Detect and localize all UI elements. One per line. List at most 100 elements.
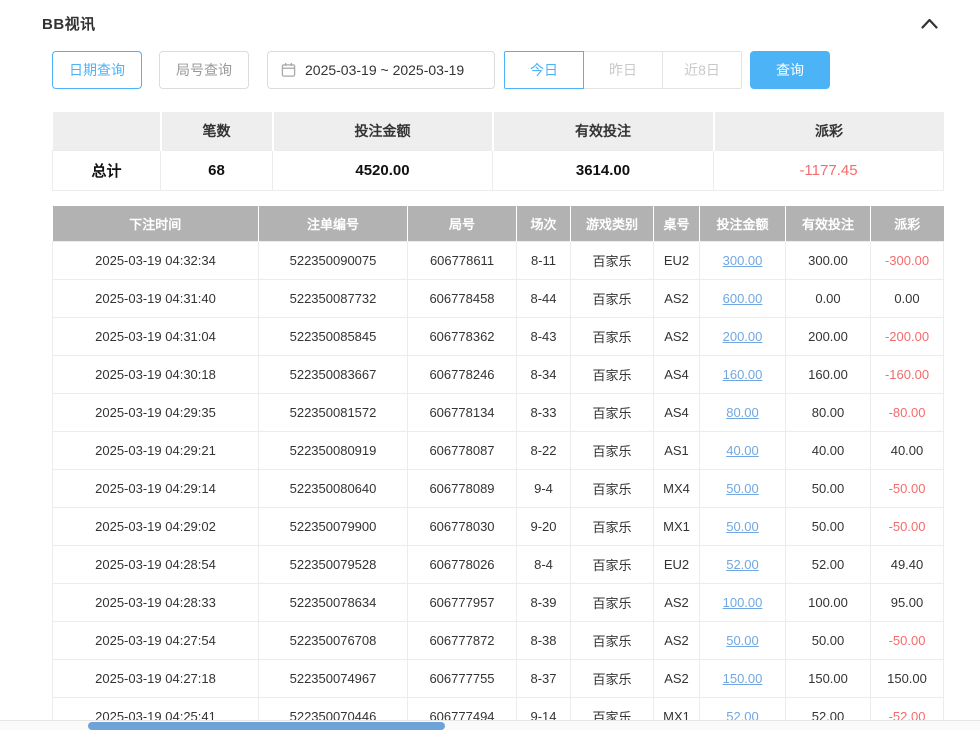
chevron-up-icon xyxy=(921,17,938,32)
cell-payout: -50.00 xyxy=(871,622,944,660)
cell-session: 8-39 xyxy=(517,584,571,622)
table-row: 2025-03-19 04:28:33522350078634606777957… xyxy=(53,584,944,622)
cell-bet-amount: 100.00 xyxy=(700,584,786,622)
cell-bet-time: 2025-03-19 04:32:34 xyxy=(53,242,259,280)
bet-amount-link[interactable]: 600.00 xyxy=(723,291,763,306)
cell-game-type: 百家乐 xyxy=(571,546,654,584)
bet-amount-link[interactable]: 100.00 xyxy=(723,595,763,610)
col-header-order-no: 注单编号 xyxy=(259,206,408,242)
cell-bet-time: 2025-03-19 04:29:35 xyxy=(53,394,259,432)
cell-valid-bet: 300.00 xyxy=(786,242,871,280)
cell-round-no: 606778134 xyxy=(408,394,517,432)
date-range-value: 2025-03-19 ~ 2025-03-19 xyxy=(305,62,464,78)
bet-amount-link[interactable]: 150.00 xyxy=(723,671,763,686)
cell-valid-bet: 100.00 xyxy=(786,584,871,622)
round-query-tab[interactable]: 局号查询 xyxy=(159,51,249,89)
bet-amount-link[interactable]: 160.00 xyxy=(723,367,763,382)
cell-bet-time: 2025-03-19 04:27:18 xyxy=(53,660,259,698)
date-query-tab[interactable]: 日期查询 xyxy=(52,51,142,89)
cell-table-no: AS2 xyxy=(654,280,700,318)
cell-session: 8-44 xyxy=(517,280,571,318)
col-header-round-no: 局号 xyxy=(408,206,517,242)
date-range-picker[interactable]: 2025-03-19 ~ 2025-03-19 xyxy=(267,51,495,89)
table-row: 2025-03-19 04:29:35522350081572606778134… xyxy=(53,394,944,432)
cell-game-type: 百家乐 xyxy=(571,584,654,622)
cell-order-no: 522350080640 xyxy=(259,470,408,508)
quick-filter-today[interactable]: 今日 xyxy=(504,51,584,89)
panel-header: BB视讯 xyxy=(0,0,980,34)
cell-game-type: 百家乐 xyxy=(571,432,654,470)
cell-order-no: 522350081572 xyxy=(259,394,408,432)
summary-total-row: 总计 68 4520.00 3614.00 -1177.45 xyxy=(53,150,944,190)
cell-table-no: AS1 xyxy=(654,432,700,470)
horizontal-scrollbar[interactable] xyxy=(0,720,980,730)
cell-order-no: 522350083667 xyxy=(259,356,408,394)
cell-session: 8-11 xyxy=(517,242,571,280)
cell-table-no: EU2 xyxy=(654,546,700,584)
table-row: 2025-03-19 04:30:18522350083667606778246… xyxy=(53,356,944,394)
cell-round-no: 606778087 xyxy=(408,432,517,470)
table-row: 2025-03-19 04:27:54522350076708606777872… xyxy=(53,622,944,660)
table-row: 2025-03-19 04:28:54522350079528606778026… xyxy=(53,546,944,584)
cell-order-no: 522350078634 xyxy=(259,584,408,622)
cell-game-type: 百家乐 xyxy=(571,318,654,356)
cell-bet-time: 2025-03-19 04:28:54 xyxy=(53,546,259,584)
cell-round-no: 606777755 xyxy=(408,660,517,698)
bet-amount-link[interactable]: 52.00 xyxy=(726,557,759,572)
cell-round-no: 606778026 xyxy=(408,546,517,584)
cell-payout: 150.00 xyxy=(871,660,944,698)
cell-bet-amount: 300.00 xyxy=(700,242,786,280)
cell-valid-bet: 40.00 xyxy=(786,432,871,470)
collapse-button[interactable] xyxy=(919,16,940,31)
summary-header-blank xyxy=(53,112,161,150)
cell-session: 8-43 xyxy=(517,318,571,356)
summary-count-value: 68 xyxy=(161,150,273,190)
scrollbar-thumb[interactable] xyxy=(88,722,445,730)
bet-amount-link[interactable]: 80.00 xyxy=(726,405,759,420)
cell-bet-amount: 80.00 xyxy=(700,394,786,432)
quick-filter-yesterday[interactable]: 昨日 xyxy=(583,51,663,89)
cell-game-type: 百家乐 xyxy=(571,356,654,394)
cell-order-no: 522350085845 xyxy=(259,318,408,356)
cell-order-no: 522350087732 xyxy=(259,280,408,318)
summary-total-label: 总计 xyxy=(53,150,161,190)
cell-round-no: 606778089 xyxy=(408,470,517,508)
search-button[interactable]: 查询 xyxy=(750,51,830,89)
summary-header-bet-amount: 投注金额 xyxy=(273,112,493,150)
summary-payout-value: -1177.45 xyxy=(714,150,944,190)
cell-payout: 0.00 xyxy=(871,280,944,318)
cell-valid-bet: 52.00 xyxy=(786,546,871,584)
bet-amount-link[interactable]: 50.00 xyxy=(726,519,759,534)
cell-bet-time: 2025-03-19 04:28:33 xyxy=(53,584,259,622)
bet-amount-link[interactable]: 200.00 xyxy=(723,329,763,344)
cell-round-no: 606778362 xyxy=(408,318,517,356)
cell-session: 8-33 xyxy=(517,394,571,432)
cell-table-no: AS4 xyxy=(654,356,700,394)
summary-header-payout: 派彩 xyxy=(714,112,944,150)
cell-valid-bet: 160.00 xyxy=(786,356,871,394)
cell-session: 9-4 xyxy=(517,470,571,508)
cell-bet-amount: 40.00 xyxy=(700,432,786,470)
cell-round-no: 606777957 xyxy=(408,584,517,622)
cell-round-no: 606778611 xyxy=(408,242,517,280)
cell-payout: 95.00 xyxy=(871,584,944,622)
cell-payout: 49.40 xyxy=(871,546,944,584)
bet-amount-link[interactable]: 300.00 xyxy=(723,253,763,268)
bet-amount-link[interactable]: 40.00 xyxy=(726,443,759,458)
quick-filter-last8days[interactable]: 近8日 xyxy=(662,51,742,89)
calendar-icon xyxy=(281,62,296,78)
cell-valid-bet: 50.00 xyxy=(786,470,871,508)
bet-amount-link[interactable]: 50.00 xyxy=(726,481,759,496)
cell-bet-amount: 52.00 xyxy=(700,546,786,584)
cell-payout: -160.00 xyxy=(871,356,944,394)
cell-bet-amount: 150.00 xyxy=(700,660,786,698)
table-row: 2025-03-19 04:29:02522350079900606778030… xyxy=(53,508,944,546)
table-row: 2025-03-19 04:27:18522350074967606777755… xyxy=(53,660,944,698)
cell-valid-bet: 50.00 xyxy=(786,508,871,546)
cell-bet-time: 2025-03-19 04:31:04 xyxy=(53,318,259,356)
cell-session: 8-22 xyxy=(517,432,571,470)
quick-filter-group: 今日 昨日 近8日 xyxy=(504,51,742,89)
cell-valid-bet: 80.00 xyxy=(786,394,871,432)
page-title: BB视讯 xyxy=(42,13,96,34)
bet-amount-link[interactable]: 50.00 xyxy=(726,633,759,648)
